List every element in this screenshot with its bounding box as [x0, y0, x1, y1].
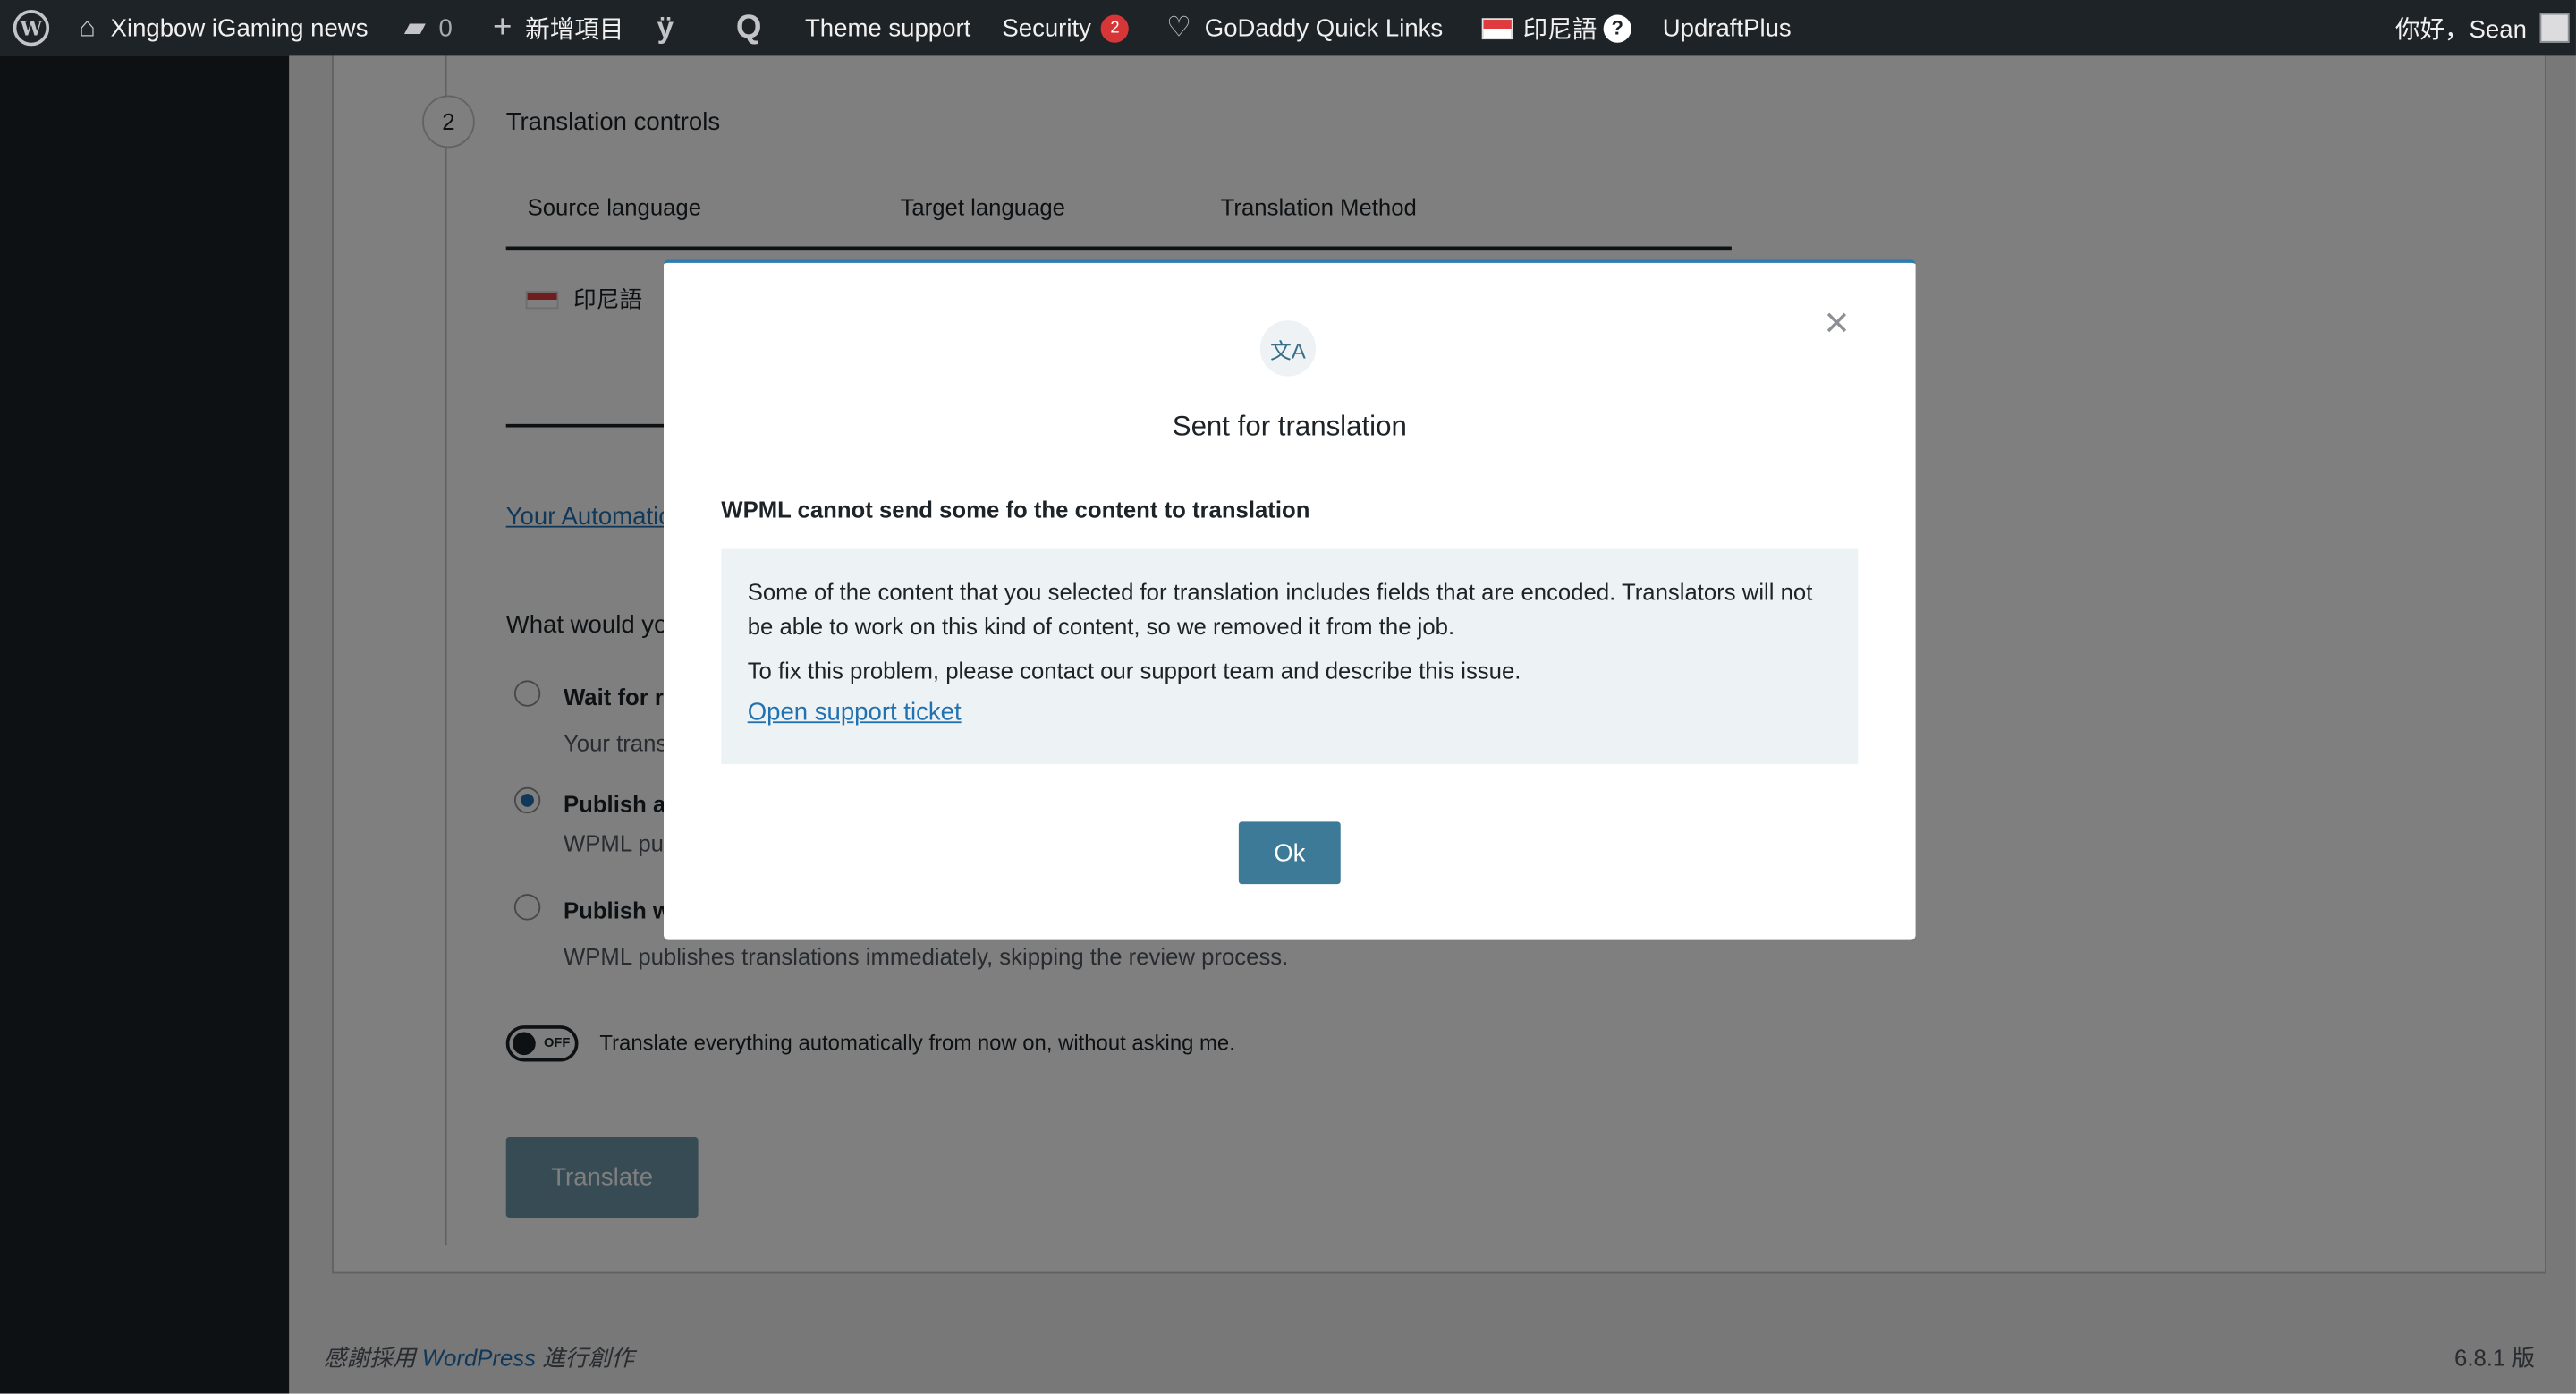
translate-icon: 文A: [1259, 320, 1317, 377]
search-icon[interactable]: Q: [736, 0, 762, 55]
close-icon[interactable]: ×: [1820, 301, 1853, 344]
dialog-subtitle: WPML cannot send some fo the content to …: [721, 496, 1310, 523]
svg-text:W: W: [20, 17, 43, 40]
avatar: [2539, 13, 2570, 43]
wordpress-logo-icon[interactable]: W: [13, 0, 50, 55]
comments-link[interactable]: ▰ 0: [404, 0, 453, 55]
security-badge: 2: [1100, 13, 1130, 42]
plus-icon: +: [493, 9, 513, 46]
encoded-fields-notice: Some of the content that you selected fo…: [721, 548, 1859, 765]
yoast-seo-icon[interactable]: ÿ: [657, 0, 674, 55]
godaddy-logo-icon: ♡: [1166, 11, 1192, 43]
admin-bar: W ⌂ Xingbow iGaming news ▰ 0 + 新增項目 ÿ Q …: [0, 0, 2576, 56]
theme-support-link[interactable]: Theme support: [805, 0, 970, 55]
notice-text: To fix this problem, please contact our …: [747, 657, 1521, 684]
indonesia-flag-icon: [1481, 17, 1513, 39]
new-content-menu[interactable]: + 新增項目: [493, 0, 623, 55]
page: W ⌂ Xingbow iGaming news ▰ 0 + 新增項目 ÿ Q …: [0, 0, 2576, 1394]
security-menu[interactable]: Security 2: [1002, 0, 1130, 55]
notice-text: Some of the content that you selected fo…: [747, 578, 1813, 640]
updraftplus-menu[interactable]: UpdraftPlus: [1663, 0, 1792, 55]
site-name-link[interactable]: ⌂ Xingbow iGaming news: [79, 0, 368, 55]
user-account-menu[interactable]: 你好，Sean: [2395, 0, 2570, 55]
help-icon[interactable]: ?: [1603, 13, 1631, 42]
home-icon: ⌂: [79, 11, 97, 43]
ok-button[interactable]: Ok: [1238, 821, 1341, 885]
comment-bubble-icon: ▰: [403, 11, 426, 43]
open-support-ticket-link[interactable]: Open support ticket: [748, 699, 962, 727]
language-switcher[interactable]: 印尼語 ?: [1481, 0, 1631, 55]
sent-for-translation-dialog: × 文A Sent for translation WPML cannot se…: [664, 259, 1916, 940]
godaddy-quick-links[interactable]: ♡ GoDaddy Quick Links: [1166, 0, 1443, 55]
dialog-title: Sent for translation: [1172, 411, 1407, 443]
